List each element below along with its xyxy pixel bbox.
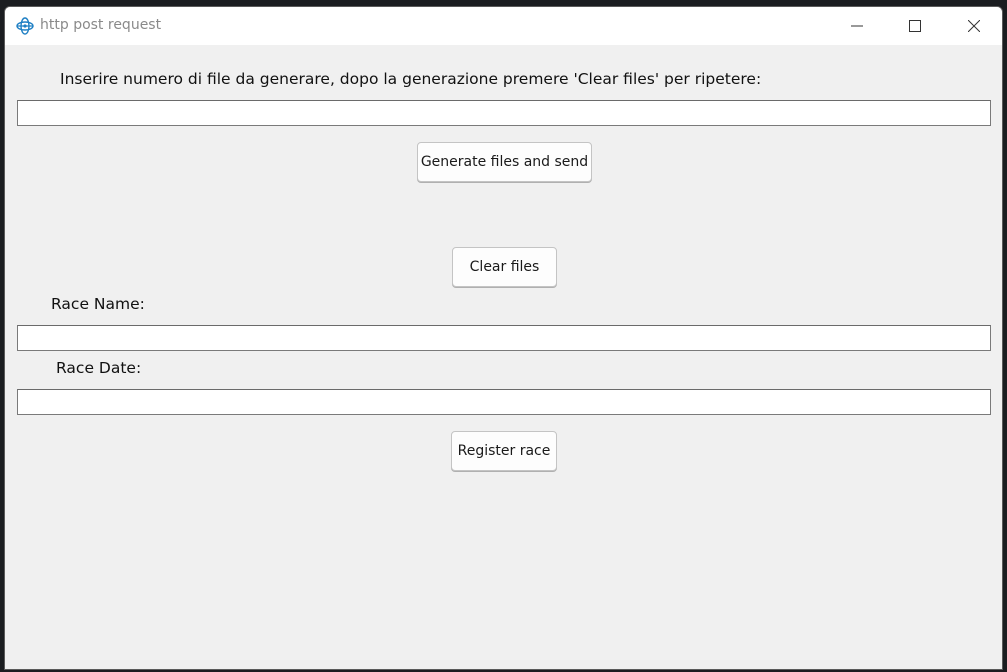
maximize-icon	[909, 20, 921, 32]
race-name-input[interactable]	[17, 325, 991, 351]
title-bar[interactable]: http post request	[5, 7, 1002, 45]
clear-files-button[interactable]: Clear files	[452, 247, 557, 287]
register-race-button[interactable]: Register race	[451, 431, 557, 471]
generate-files-button[interactable]: Generate files and send	[417, 142, 592, 182]
window-title: http post request	[40, 17, 162, 33]
close-button[interactable]	[951, 7, 997, 45]
minimize-icon	[851, 25, 863, 27]
race-date-input[interactable]	[17, 389, 991, 415]
num-files-input[interactable]	[17, 100, 991, 126]
close-icon	[968, 20, 980, 32]
app-window: http post request Inserire numero di fil…	[4, 6, 1003, 670]
minimize-button[interactable]	[834, 7, 880, 45]
race-name-label: Race Name:	[51, 295, 145, 313]
feather-network-icon	[15, 16, 35, 36]
race-date-label: Race Date:	[56, 359, 142, 377]
num-files-label: Inserire numero di file da generare, dop…	[60, 70, 762, 88]
maximize-button[interactable]	[892, 7, 938, 45]
